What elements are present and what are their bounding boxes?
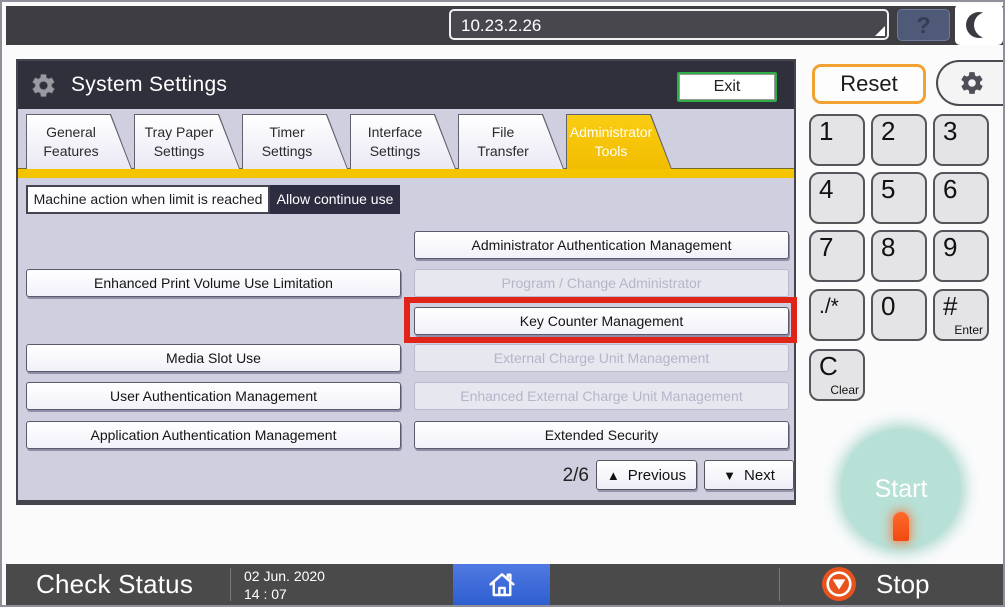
help-button[interactable]: ? <box>897 9 950 41</box>
key-3[interactable]: 3 <box>933 114 989 166</box>
top-bar: 10.23.2.26 ? <box>6 6 1003 45</box>
next-button[interactable]: ▼ Next <box>704 460 794 490</box>
key-5[interactable]: 5 <box>871 172 927 224</box>
key-4[interactable]: 4 <box>809 172 865 224</box>
energy-saver-button[interactable] <box>955 4 1003 45</box>
tab-timer-settings[interactable]: TimerSettings <box>242 114 348 169</box>
tab-administrator-tools[interactable]: AdministratorTools <box>566 114 672 169</box>
home-icon <box>486 569 518 601</box>
tab-file-transfer[interactable]: FileTransfer <box>458 114 564 169</box>
page-indicator: 2/6 <box>523 465 589 487</box>
key-0[interactable]: 0 <box>871 289 927 341</box>
system-settings-panel: System Settings Exit GeneralFeatures Tra… <box>16 59 796 505</box>
media-slot-use-button[interactable]: Media Slot Use <box>26 344 401 372</box>
key-enter[interactable]: # Enter <box>933 289 989 341</box>
divider <box>230 568 231 601</box>
admin-authentication-management-button[interactable]: Administrator Authentication Management <box>414 231 789 259</box>
key-counter-management-button[interactable]: Key Counter Management <box>414 307 789 335</box>
up-triangle-icon: ▲ <box>607 468 620 483</box>
check-status-button[interactable]: Check Status <box>36 564 193 605</box>
address-input[interactable]: 10.23.2.26 <box>449 9 889 40</box>
help-label: ? <box>916 12 930 38</box>
extended-security-button[interactable]: Extended Security <box>414 421 789 449</box>
key-8[interactable]: 8 <box>871 230 927 282</box>
tab-interface-settings[interactable]: InterfaceSettings <box>350 114 456 169</box>
divider <box>779 568 780 601</box>
time-text: 14 : 07 <box>244 586 325 604</box>
datetime-display: 02 Jun. 2020 14 : 07 <box>244 568 325 603</box>
clear-label: Clear <box>830 383 859 397</box>
panel-title-bar: System Settings Exit <box>18 61 794 109</box>
previous-button[interactable]: ▲ Previous <box>596 460 697 490</box>
enhanced-print-volume-button[interactable]: Enhanced Print Volume Use Limitation <box>26 269 401 297</box>
user-authentication-management-button[interactable]: User Authentication Management <box>26 382 401 410</box>
start-indicator-light-icon <box>893 512 909 541</box>
key-9[interactable]: 9 <box>933 230 989 282</box>
tab-underline-bar <box>18 168 794 178</box>
moon-icon <box>966 12 992 38</box>
enhanced-external-charge-unit-button: Enhanced External Charge Unit Management <box>414 382 789 410</box>
key-2[interactable]: 2 <box>871 114 927 166</box>
date-text: 02 Jun. 2020 <box>244 568 325 586</box>
start-label: Start <box>875 475 928 504</box>
reset-button[interactable]: Reset <box>812 64 926 104</box>
corner-triangle-icon <box>875 26 885 36</box>
settings-pill-button[interactable] <box>936 60 1005 106</box>
application-authentication-management-button[interactable]: Application Authentication Management <box>26 421 401 449</box>
stop-button[interactable]: Stop <box>876 564 930 605</box>
address-value: 10.23.2.26 <box>461 16 541 35</box>
key-7[interactable]: 7 <box>809 230 865 282</box>
stop-icon[interactable] <box>822 567 856 601</box>
limit-action-label: Machine action when limit is reached <box>26 185 270 214</box>
program-change-administrator-button: Program / Change Administrator <box>414 269 789 297</box>
key-dot-star[interactable]: ./* <box>809 289 865 341</box>
page-title: System Settings <box>71 73 227 97</box>
home-button[interactable] <box>453 564 550 605</box>
key-clear[interactable]: C Clear <box>809 349 865 401</box>
key-1[interactable]: 1 <box>809 114 865 166</box>
down-triangle-icon: ▼ <box>723 468 736 483</box>
key-6[interactable]: 6 <box>933 172 989 224</box>
exit-button[interactable]: Exit <box>677 72 777 102</box>
gear-icon <box>30 72 57 99</box>
limit-action-value: Allow continue use <box>270 185 400 214</box>
external-charge-unit-button: External Charge Unit Management <box>414 344 789 372</box>
tab-general-features[interactable]: GeneralFeatures <box>26 114 132 169</box>
tab-tray-paper-settings[interactable]: Tray PaperSettings <box>134 114 240 169</box>
status-bar: Check Status 02 Jun. 2020 14 : 07 Stop <box>6 564 1003 605</box>
enter-label: Enter <box>954 323 983 337</box>
gear-icon <box>959 70 985 96</box>
device-screen: 10.23.2.26 ? System Settings Exit Genera… <box>0 0 1005 607</box>
